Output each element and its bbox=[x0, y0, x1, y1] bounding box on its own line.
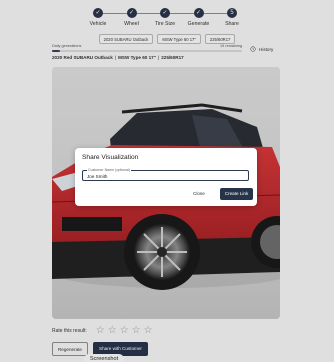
close-button[interactable]: Close bbox=[193, 191, 205, 196]
customer-name-label: Customer Name (optional) bbox=[87, 168, 132, 172]
create-link-button[interactable]: Create Link bbox=[220, 188, 253, 200]
screenshot-tooltip: Screenshot bbox=[84, 354, 124, 362]
customer-name-input[interactable] bbox=[87, 173, 237, 180]
dialog-title: Share Visualization bbox=[82, 154, 139, 161]
customer-name-field[interactable]: Customer Name (optional) bbox=[82, 168, 249, 181]
share-dialog: Share Visualization Customer Name (optio… bbox=[75, 148, 257, 206]
